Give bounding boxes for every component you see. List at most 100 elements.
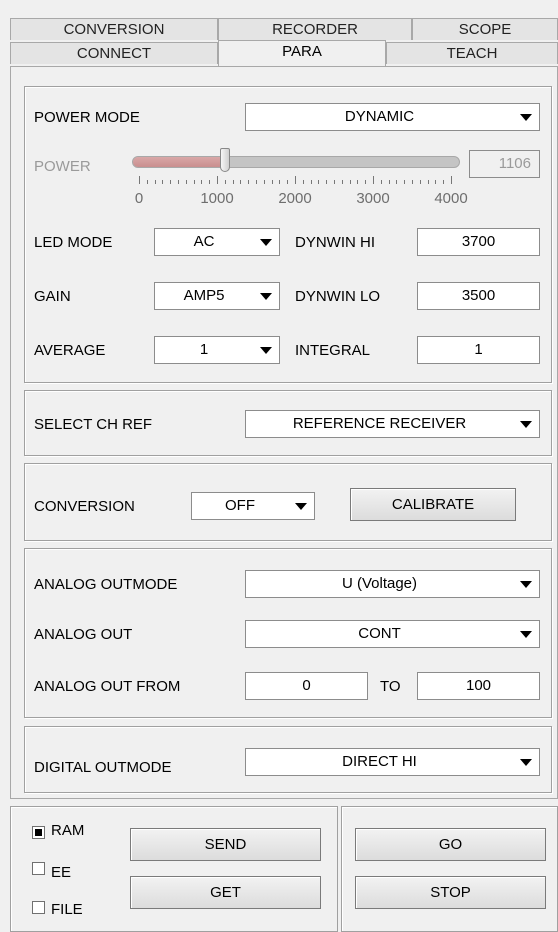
slider-tick — [396, 180, 398, 184]
analog-out-select[interactable]: CONT — [245, 620, 540, 648]
analog-outmode-value: U (Voltage) — [341, 575, 418, 592]
run-control-panel — [341, 806, 558, 932]
power-slider-fill — [133, 157, 227, 167]
chevron-down-icon[interactable] — [256, 286, 276, 306]
slider-tick — [334, 180, 335, 184]
slider-tick — [224, 180, 226, 184]
ram-label: RAM — [51, 822, 85, 839]
dynwin-hi-label: DYNWIN HI — [295, 234, 375, 251]
slider-tick — [178, 180, 179, 184]
slider-tick — [209, 180, 211, 184]
slider-tick — [248, 180, 250, 184]
slider-tick — [419, 180, 421, 184]
slider-tick — [279, 180, 281, 184]
chevron-down-icon[interactable] — [516, 414, 536, 434]
tab-teach[interactable]: TEACH — [386, 42, 558, 64]
chevron-down-icon[interactable] — [256, 340, 276, 360]
slider-tick — [365, 180, 367, 184]
power-slider-track[interactable] — [132, 156, 460, 168]
chevron-down-icon[interactable] — [516, 107, 536, 127]
slider-tick — [388, 180, 390, 184]
slider-tick — [326, 180, 328, 184]
slider-tick — [310, 180, 312, 184]
conversion-select[interactable]: OFF — [191, 492, 315, 520]
digital-outmode-value: DIRECT HI — [342, 753, 417, 770]
power-slider-ticks — [139, 176, 452, 184]
chevron-down-icon[interactable] — [516, 752, 536, 772]
chevron-down-icon[interactable] — [256, 232, 276, 252]
conversion-label: CONVERSION — [34, 498, 135, 515]
get-button[interactable]: GET — [130, 876, 321, 909]
analog-outmode-label: ANALOG OUTMODE — [34, 576, 178, 593]
power-tick-label-0: 0 — [134, 190, 144, 207]
power-tick-label-2000: 2000 — [278, 190, 312, 207]
slider-tick — [232, 180, 234, 184]
slider-tick — [357, 180, 359, 184]
tab-scope[interactable]: SCOPE — [412, 18, 558, 40]
power-mode-value: DYNAMIC — [344, 108, 415, 125]
integral-field[interactable]: 1 — [417, 336, 540, 364]
power-label: POWER — [34, 158, 91, 175]
led-mode-select[interactable]: AC — [154, 228, 280, 256]
slider-tick — [256, 180, 257, 184]
tab-connect[interactable]: CONNECT — [10, 42, 218, 64]
ram-checkbox[interactable] — [32, 826, 45, 839]
slider-tick — [170, 180, 172, 184]
power-tick-label-1000: 1000 — [200, 190, 234, 207]
slider-tick — [412, 180, 413, 184]
tab-conversion[interactable]: CONVERSION — [10, 18, 218, 40]
analog-out-to-field[interactable]: 100 — [417, 672, 540, 700]
slider-tick — [349, 180, 351, 184]
chevron-down-icon[interactable] — [516, 574, 536, 594]
select-ch-ref-select[interactable]: REFERENCE RECEIVER — [245, 410, 540, 438]
slider-tick — [240, 180, 242, 184]
slider-tick — [217, 176, 218, 184]
analog-out-value: CONT — [358, 625, 401, 642]
tab-recorder[interactable]: RECORDER — [218, 18, 412, 40]
slider-tick — [185, 180, 187, 184]
slider-tick — [380, 180, 382, 184]
average-value: 1 — [199, 341, 209, 358]
dynwin-lo-label: DYNWIN LO — [295, 288, 381, 305]
power-slider-thumb[interactable] — [220, 148, 231, 172]
digital-outmode-label: DIGITAL OUTMODE — [34, 759, 172, 776]
slider-tick — [373, 176, 374, 184]
slider-tick — [341, 180, 343, 184]
power-tick-label-4000: 4000 — [434, 190, 468, 207]
analog-outmode-select[interactable]: U (Voltage) — [245, 570, 540, 598]
slider-tick — [287, 180, 289, 184]
ee-checkbox[interactable] — [32, 862, 45, 875]
led-mode-label: LED MODE — [34, 234, 113, 251]
slider-tick — [193, 180, 195, 184]
slider-tick — [162, 180, 164, 184]
analog-out-from-label: ANALOG OUT FROM — [34, 678, 181, 695]
chevron-down-icon[interactable] — [516, 624, 536, 644]
slider-tick — [295, 176, 296, 184]
file-checkbox[interactable] — [32, 901, 45, 914]
power-mode-select[interactable]: DYNAMIC — [245, 103, 540, 131]
average-select[interactable]: 1 — [154, 336, 280, 364]
slider-tick — [302, 180, 304, 184]
power-mode-label: POWER MODE — [34, 109, 140, 126]
slider-tick — [146, 180, 148, 184]
file-label: FILE — [51, 901, 83, 918]
conversion-value: OFF — [225, 497, 255, 514]
dynwin-hi-field[interactable]: 3700 — [417, 228, 540, 256]
select-ch-ref-value: REFERENCE RECEIVER — [292, 415, 467, 432]
analog-out-from-field[interactable]: 0 — [245, 672, 368, 700]
gain-label: GAIN — [34, 288, 71, 305]
average-label: AVERAGE — [34, 342, 106, 359]
chevron-down-icon[interactable] — [291, 496, 311, 516]
go-button[interactable]: GO — [355, 828, 546, 861]
calibrate-button[interactable]: CALIBRATE — [350, 488, 516, 521]
power-value-field: 1106 — [469, 150, 540, 178]
stop-button[interactable]: STOP — [355, 876, 546, 909]
send-button[interactable]: SEND — [130, 828, 321, 861]
tab-para[interactable]: PARA — [218, 40, 386, 66]
gain-value: AMP5 — [183, 287, 225, 304]
dynwin-lo-field[interactable]: 3500 — [417, 282, 540, 310]
analog-out-to-label: TO — [380, 678, 401, 695]
digital-outmode-select[interactable]: DIRECT HI — [245, 748, 540, 776]
gain-select[interactable]: AMP5 — [154, 282, 280, 310]
slider-tick — [154, 180, 156, 184]
